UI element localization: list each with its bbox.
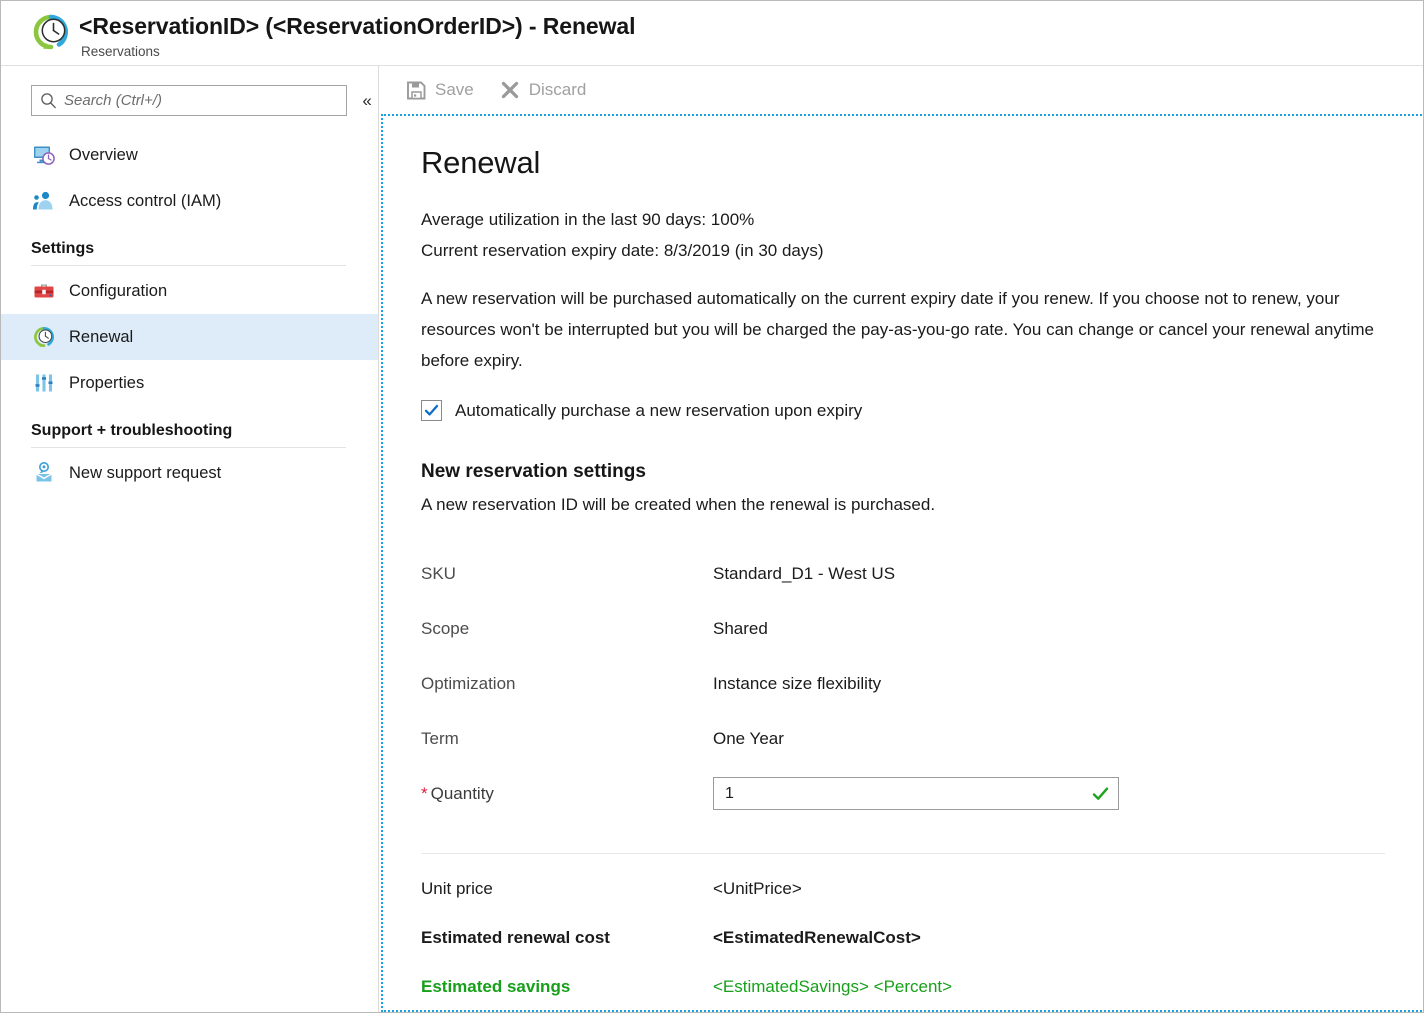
- section-heading-renewal: Renewal: [421, 144, 1422, 182]
- collapse-panel-button[interactable]: «: [356, 88, 378, 114]
- support-request-icon: [31, 460, 57, 486]
- reservation-settings-table: SKU Standard_D1 - West US Scope Shared O…: [421, 546, 1422, 821]
- required-marker: *: [421, 784, 428, 803]
- configuration-toolbox-icon: [31, 278, 57, 304]
- search-row: «: [31, 85, 378, 116]
- settings-value: One Year: [713, 729, 784, 749]
- sidebar-item-label: New support request: [69, 463, 221, 483]
- pricing-row-estimated-renewal-cost: Estimated renewal cost <EstimatedRenewal…: [421, 913, 1422, 962]
- settings-value: Standard_D1 - West US: [713, 564, 895, 584]
- save-label: Save: [435, 80, 474, 100]
- save-button[interactable]: Save: [404, 74, 474, 106]
- discard-label: Discard: [529, 80, 587, 100]
- pricing-value: <UnitPrice>: [713, 879, 802, 899]
- quantity-row: *Quantity: [421, 766, 1422, 821]
- search-box[interactable]: [31, 85, 347, 116]
- discard-x-icon: [498, 78, 522, 102]
- azure-portal-blade: <ReservationID> (<ReservationOrderID>) -…: [0, 0, 1424, 1013]
- page-title: <ReservationID> (<ReservationOrderID>) -…: [79, 13, 635, 40]
- access-control-person-icon: [31, 188, 57, 214]
- command-bar: Save Discard: [380, 66, 1423, 114]
- renewal-description: A new reservation will be purchased auto…: [421, 283, 1391, 376]
- content-focus-frame: Renewal Average utilization in the last …: [381, 114, 1422, 1012]
- sidebar-item-configuration[interactable]: Configuration: [1, 268, 378, 314]
- expiry-line: Current reservation expiry date: 8/3/201…: [421, 235, 1422, 266]
- checkmark-icon: [424, 403, 439, 418]
- new-reservation-settings-subtitle: A new reservation ID will be created whe…: [421, 492, 1422, 518]
- blade-title-bar: <ReservationID> (<ReservationOrderID>) -…: [1, 1, 1423, 66]
- sidebar-item-renewal[interactable]: Renewal: [1, 314, 378, 360]
- settings-row: Term One Year: [421, 711, 1422, 766]
- sidebar-item-label: Renewal: [69, 327, 133, 347]
- sidebar-group-title: Support + troubleshooting: [31, 422, 346, 447]
- quantity-input-box[interactable]: [713, 777, 1119, 810]
- breadcrumb: Reservations: [81, 43, 635, 61]
- sidebar-item-label: Access control (IAM): [69, 191, 221, 211]
- pricing-key: Unit price: [421, 879, 713, 899]
- sidebar-item-label: Configuration: [69, 281, 167, 301]
- pricing-table: Unit price <UnitPrice> Estimated renewal…: [421, 864, 1422, 1011]
- blade-sidebar: « Overview: [1, 66, 379, 1013]
- sidebar-item-label: Properties: [69, 373, 144, 393]
- divider: [31, 447, 346, 448]
- auto-purchase-checkbox-row[interactable]: Automatically purchase a new reservation…: [421, 400, 1422, 421]
- auto-purchase-checkbox[interactable]: [421, 400, 442, 421]
- blade-main-panel: Save Discard Renewal Average utilization…: [380, 66, 1423, 1013]
- green-check-icon: [1092, 785, 1109, 802]
- properties-sliders-icon: [31, 370, 57, 396]
- settings-key: Optimization: [421, 674, 713, 694]
- pricing-value: <EstimatedRenewalCost>: [713, 928, 921, 948]
- quantity-label-text: Quantity: [431, 784, 494, 803]
- divider: [421, 853, 1385, 854]
- pricing-row-estimated-savings: Estimated savings <EstimatedSavings> <Pe…: [421, 962, 1422, 1011]
- search-icon: [32, 92, 64, 109]
- quantity-label: *Quantity: [421, 784, 713, 804]
- settings-value: Instance size flexibility: [713, 674, 881, 694]
- utilization-line: Average utilization in the last 90 days:…: [421, 204, 1422, 235]
- sidebar-group-title: Settings: [31, 240, 346, 265]
- sidebar-item-overview[interactable]: Overview: [1, 132, 378, 178]
- pricing-row-unit-price: Unit price <UnitPrice>: [421, 864, 1422, 913]
- sidebar-item-access-control[interactable]: Access control (IAM): [1, 178, 378, 224]
- settings-value: Shared: [713, 619, 768, 639]
- quantity-input[interactable]: [714, 778, 1118, 809]
- search-input[interactable]: [64, 86, 346, 115]
- reservation-clock-icon: [29, 10, 73, 54]
- discard-button[interactable]: Discard: [498, 74, 587, 106]
- settings-key: SKU: [421, 564, 713, 584]
- settings-key: Scope: [421, 619, 713, 639]
- settings-row: SKU Standard_D1 - West US: [421, 546, 1422, 601]
- save-disk-icon: [404, 78, 428, 102]
- content-body: Renewal Average utilization in the last …: [383, 116, 1422, 1012]
- pricing-key: Estimated savings: [421, 977, 713, 997]
- settings-row: Optimization Instance size flexibility: [421, 656, 1422, 711]
- pricing-value: <EstimatedSavings> <Percent>: [713, 977, 952, 997]
- quantity-field-wrap: [713, 777, 1119, 810]
- summary-lines: Average utilization in the last 90 days:…: [421, 204, 1422, 266]
- settings-row: Scope Shared: [421, 601, 1422, 656]
- sidebar-nav: Overview Access control (IAM) Settings: [1, 132, 378, 496]
- settings-key: Term: [421, 729, 713, 749]
- sidebar-item-new-support-request[interactable]: New support request: [1, 450, 378, 496]
- sidebar-item-properties[interactable]: Properties: [1, 360, 378, 406]
- pricing-key: Estimated renewal cost: [421, 928, 713, 948]
- sidebar-group-settings: Settings: [1, 240, 378, 266]
- divider: [31, 265, 346, 266]
- new-reservation-settings-heading: New reservation settings: [421, 459, 1422, 485]
- renewal-clock-icon: [31, 324, 57, 350]
- overview-monitor-icon: [31, 142, 57, 168]
- sidebar-item-label: Overview: [69, 145, 138, 165]
- sidebar-group-support: Support + troubleshooting: [1, 422, 378, 448]
- auto-purchase-label: Automatically purchase a new reservation…: [455, 401, 862, 421]
